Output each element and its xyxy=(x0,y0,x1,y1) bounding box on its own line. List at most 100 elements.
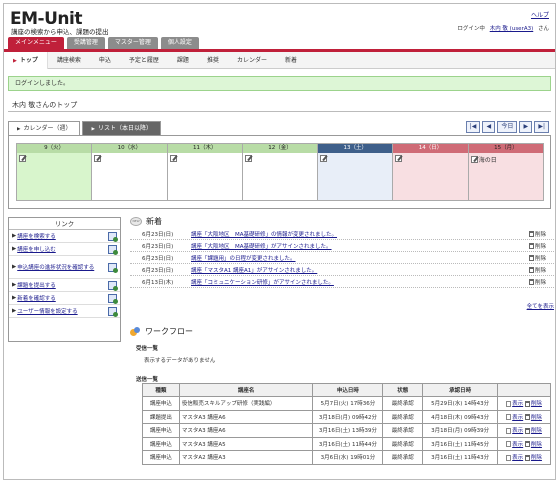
show-label: 表示 xyxy=(512,428,524,435)
link-text[interactable]: ユーザー情報を設定する xyxy=(17,307,108,315)
subnav-course-search[interactable]: 講座検索 xyxy=(48,52,90,69)
trash-icon xyxy=(529,255,534,261)
table-cell: 最終承認 xyxy=(382,409,424,424)
edit-icon[interactable] xyxy=(244,155,252,162)
delete-button[interactable]: 削除 xyxy=(529,230,556,238)
calendar-icon xyxy=(108,231,118,242)
delete-label: 削除 xyxy=(530,414,542,421)
delete-button[interactable]: 削除 xyxy=(524,454,542,461)
calendar-day[interactable]: 11（木） xyxy=(167,144,243,200)
news-text[interactable]: 講座「コミュニケーション研修」がアサインされました。 xyxy=(191,278,529,286)
show-button[interactable]: 表示 xyxy=(506,441,523,448)
news-row: 6月23日(日) 講座「大阪地区 MA基礎研修」の情報が変更されました。 削除 xyxy=(130,228,556,240)
header: EM-Unit 講座の検索から申込、課題の提出 ヘルプ ログイン中 木内 敬 (… xyxy=(4,4,555,49)
news-text[interactable]: 講座「大阪地区 MA基礎研修」の情報が変更されました。 xyxy=(191,230,529,238)
first-week-button[interactable]: |◀ xyxy=(465,121,481,133)
column-header: 申込日時 xyxy=(312,383,384,397)
delete-button[interactable]: 削除 xyxy=(524,414,542,421)
calendar-day[interactable]: 14（日） xyxy=(393,144,469,200)
link-item[interactable]: ▶ 講座を申し込む xyxy=(9,243,120,256)
app-frame: EM-Unit 講座の検索から申込、課題の提出 ヘルプ ログイン中 木内 敬 (… xyxy=(3,3,556,480)
link-text[interactable]: 講座を申し込む xyxy=(17,245,108,253)
show-button[interactable]: 表示 xyxy=(506,414,523,421)
tab-course-admin[interactable]: 受講管理 xyxy=(66,37,105,49)
sent-table: 種類 講座名 申込日時 状態 承認日時 講座申込 役信販売スキルアップ研修（実践編） 5月7… xyxy=(142,383,551,465)
delete-button[interactable]: 削除 xyxy=(524,400,542,407)
subnav-recommended[interactable]: 推奨 xyxy=(198,52,228,69)
today-button[interactable]: 今日 xyxy=(497,121,518,133)
link-text[interactable]: 課題を提出する xyxy=(17,281,108,289)
login-status: ログイン中 木内 敬 (userA3) さん xyxy=(454,24,549,32)
show-all-link[interactable]: 全てを表示 xyxy=(527,302,554,310)
table-cell: 講座申込 xyxy=(142,450,180,465)
subnav-schedule-history[interactable]: 予定と履歴 xyxy=(120,52,168,69)
show-button[interactable]: 表示 xyxy=(506,427,524,435)
next-week-button[interactable]: ▶ xyxy=(519,121,533,133)
delete-button[interactable]: 削除 xyxy=(524,427,542,435)
last-week-button[interactable]: ▶| xyxy=(534,121,549,133)
delete-button[interactable]: 削除 xyxy=(524,441,542,448)
table-row: 講座申込 役信販売スキルアップ研修（実践編） 5月7日(火) 17時36分 最終承認 5… xyxy=(142,396,551,411)
subnav-top[interactable]: トップ xyxy=(4,51,48,69)
delete-label: 削除 xyxy=(530,428,542,435)
edit-icon[interactable] xyxy=(470,156,478,163)
edit-icon[interactable] xyxy=(94,155,102,162)
calendar-day[interactable]: 13（土） xyxy=(318,144,394,200)
help-link[interactable]: ヘルプ xyxy=(531,10,549,19)
calendar-day[interactable]: 12（金） xyxy=(242,144,319,200)
link-text[interactable]: 講座を検索する xyxy=(17,232,108,240)
calendar-day[interactable]: 9（火） xyxy=(17,144,93,200)
subnav-assignments[interactable]: 課題 xyxy=(168,52,198,69)
tab-personal-settings[interactable]: 個人設定 xyxy=(160,37,199,49)
subnav-apply[interactable]: 申込 xyxy=(90,52,120,69)
calendar-day-header: 14（日） xyxy=(393,144,468,153)
table-row: 講座申込 マスタA3 講座A6 3月16日(土) 13時39分 最終承認 3月18日(月… xyxy=(142,423,551,438)
calendar-day[interactable]: 15（月） 海の日 xyxy=(468,144,543,200)
holiday-name: 海の日 xyxy=(478,157,497,164)
document-icon xyxy=(506,454,512,461)
subnav-calendar[interactable]: カレンダー xyxy=(228,52,276,69)
delete-button[interactable]: 削除 xyxy=(529,266,556,274)
link-item[interactable]: ▶ 課題を提出する xyxy=(9,279,120,292)
login-label: ログイン中 xyxy=(457,26,485,32)
login-message: ログインしました。 xyxy=(8,76,551,91)
received-label: 受信一覧 xyxy=(136,346,159,352)
link-item[interactable]: ▶ ユーザー情報を設定する xyxy=(9,305,120,318)
link-item[interactable]: ▶ 講座を検索する xyxy=(9,230,120,243)
show-button[interactable]: 表示 xyxy=(506,400,523,407)
main-tabs: メインメニュー 受講管理 マスター管理 個人設定 xyxy=(8,37,199,49)
news-text[interactable]: 講座「大阪地区 MA基礎研修」がアサインされました。 xyxy=(191,242,529,250)
column-header: 承認日時 xyxy=(422,383,499,397)
link-text[interactable]: 新着を確認する xyxy=(17,294,108,302)
link-item[interactable]: ▶ 新着を確認する xyxy=(9,292,120,305)
prev-week-button[interactable]: ◀ xyxy=(482,121,496,133)
news-section: NEW 新着 6月23日(日) 講座「大阪地区 MA基礎研修」の情報が変更されまし… xyxy=(130,215,556,310)
delete-button[interactable]: 削除 xyxy=(529,278,556,286)
tab-list-upcoming[interactable]: リスト（本日以降） xyxy=(82,121,161,135)
tab-main-menu[interactable]: メインメニュー xyxy=(8,37,64,49)
delete-button[interactable]: 削除 xyxy=(529,242,556,250)
edit-icon[interactable] xyxy=(169,155,177,162)
news-text[interactable]: 講座「課題用」の日程が変更されました。 xyxy=(191,254,529,262)
delete-button[interactable]: 削除 xyxy=(529,254,556,262)
calendar-day[interactable]: 10（水） xyxy=(92,144,168,200)
subnav-news[interactable]: 新着 xyxy=(276,52,306,69)
link-item[interactable]: ▶ 申込講座の進捗状況を確認する xyxy=(9,256,120,279)
table-cell: 3月6日(水) 19時01分 xyxy=(312,450,384,465)
show-button[interactable]: 表示 xyxy=(506,454,523,461)
calendar-day-body xyxy=(242,153,318,200)
tab-master-admin[interactable]: マスター管理 xyxy=(107,37,158,49)
link-text[interactable]: 申込講座の進捗状況を確認する xyxy=(17,263,108,271)
action-cell: 表示 削除 xyxy=(497,396,551,411)
edit-icon[interactable] xyxy=(19,155,26,162)
news-title: 新着 xyxy=(146,217,162,226)
edit-icon[interactable] xyxy=(320,155,328,162)
edit-icon[interactable] xyxy=(395,155,403,162)
news-row: 6月23日(日) 講座「課題用」の日程が変更されました。 削除 xyxy=(130,252,556,264)
arrow-icon: ▶ xyxy=(12,246,17,252)
week-calendar: 9（火） 10（水） 11（木） 12（金） 13（土） 14（日） 15（月） 海の日 xyxy=(8,135,551,209)
tab-calendar-week[interactable]: カレンダー（週） xyxy=(8,121,81,135)
news-text[interactable]: 講座「マスタA1 講座A1」がアサインされました。 xyxy=(191,266,529,274)
news-date: 6月23日(日) xyxy=(142,267,174,274)
user-link[interactable]: 木内 敬 (userA3) xyxy=(490,26,534,32)
